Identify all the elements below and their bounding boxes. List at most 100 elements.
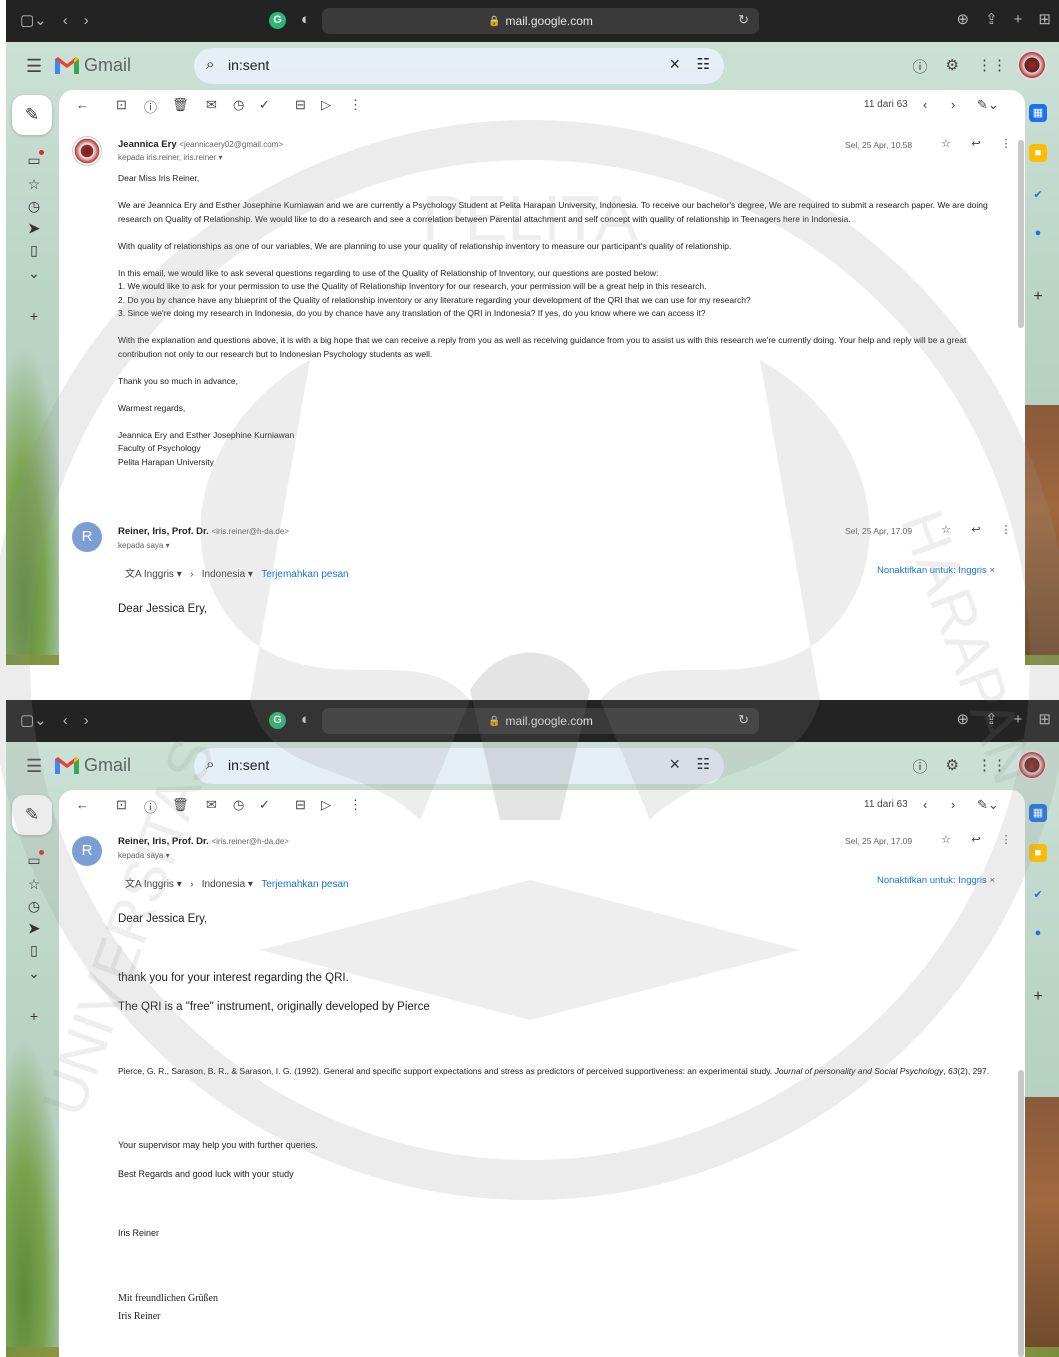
sender-avatar[interactable]: R	[72, 522, 102, 552]
scrollbar[interactable]	[1018, 140, 1024, 328]
tasks-icon[interactable]: ✔	[1029, 886, 1047, 904]
input-tools-icon[interactable]: ✎⌄	[977, 97, 999, 113]
privacy-extension-icon[interactable]: ◐	[301, 711, 310, 728]
details-dropdown-icon[interactable]: ▾	[166, 851, 170, 860]
sender-avatar[interactable]: R	[72, 836, 102, 866]
newer-chevron-icon[interactable]: ‹	[923, 97, 927, 112]
target-language[interactable]: Indonesia	[202, 879, 245, 890]
label-icon[interactable]: ▷	[321, 97, 331, 113]
contacts-icon[interactable]: ●	[1029, 224, 1047, 242]
drafts-icon[interactable]: ▯	[26, 242, 42, 259]
older-chevron-icon[interactable]: ›	[951, 797, 955, 812]
search-bar[interactable]: ⌕ in:sent × ☷	[194, 48, 724, 84]
delete-icon[interactable]: 🗑	[172, 797, 189, 813]
delete-icon[interactable]: 🗑	[172, 97, 189, 113]
clear-search-icon[interactable]: ×	[669, 754, 680, 775]
more-options-icon[interactable]: ⋮	[349, 797, 362, 813]
help-icon[interactable]: ⓘ	[913, 756, 928, 777]
back-arrow-icon[interactable]: ‹	[63, 711, 68, 731]
account-avatar[interactable]	[1017, 50, 1047, 80]
snoozed-icon[interactable]: ◷	[26, 898, 42, 915]
target-dropdown-icon[interactable]: ▾	[248, 879, 253, 890]
star-icon[interactable]: ☆	[931, 137, 961, 150]
address-bar[interactable]: 🔒 mail.google.com ↻	[322, 8, 759, 34]
report-spam-icon[interactable]: ⓘ	[144, 97, 157, 116]
mark-unread-icon[interactable]: ✉	[206, 97, 217, 113]
search-icon[interactable]: ⌕	[206, 756, 214, 773]
source-dropdown-icon[interactable]: ▾	[177, 879, 182, 890]
search-options-icon[interactable]: ☷	[697, 755, 710, 773]
source-language[interactable]: Inggris	[144, 879, 174, 890]
starred-icon[interactable]: ☆	[26, 876, 42, 893]
forward-arrow-icon[interactable]: ›	[84, 11, 89, 31]
input-tools-icon[interactable]: ✎⌄	[977, 797, 999, 813]
apps-grid-icon[interactable]: ⋮⋮	[977, 756, 1007, 777]
close-icon[interactable]: ×	[989, 565, 995, 576]
forward-arrow-icon[interactable]: ›	[84, 711, 89, 731]
star-icon[interactable]: ☆	[931, 523, 961, 536]
download-icon[interactable]: ⊕	[957, 710, 970, 730]
sidebar-toggle-icon[interactable]: ▢⌄	[20, 11, 47, 31]
keep-icon[interactable]: ■	[1029, 144, 1047, 162]
more-chevron-icon[interactable]: ⌄	[26, 265, 42, 282]
new-tab-icon[interactable]: +	[1014, 10, 1023, 30]
source-language[interactable]: Inggris	[144, 569, 174, 580]
more-chevron-icon[interactable]: ⌄	[26, 965, 42, 982]
translate-off-text[interactable]: Nonaktifkan untuk: Inggris	[877, 565, 987, 576]
sender-name[interactable]: Reiner, Iris, Prof. Dr.	[118, 836, 209, 847]
translate-message-link[interactable]: Terjemahkan pesan	[261, 569, 348, 580]
settings-gear-icon[interactable]: ⚙	[946, 756, 959, 777]
help-icon[interactable]: ⓘ	[913, 56, 928, 77]
newer-chevron-icon[interactable]: ‹	[923, 797, 927, 812]
contacts-icon[interactable]: ●	[1029, 924, 1047, 942]
compose-button[interactable]: ✎	[12, 95, 52, 135]
tab-overview-icon[interactable]: ⊞	[1038, 10, 1051, 30]
translate-off-text[interactable]: Nonaktifkan untuk: Inggris	[877, 875, 987, 886]
snoozed-icon[interactable]: ◷	[26, 198, 42, 215]
starred-icon[interactable]: ☆	[26, 176, 42, 193]
back-arrow-icon[interactable]: ‹	[63, 11, 68, 31]
reload-icon[interactable]: ↻	[738, 12, 749, 28]
reply-icon[interactable]: ↩	[961, 833, 991, 846]
sender-name[interactable]: Reiner, Iris, Prof. Dr.	[118, 526, 209, 537]
extension-g-icon[interactable]: G	[269, 12, 286, 29]
source-dropdown-icon[interactable]: ▾	[177, 569, 182, 580]
add-label-icon[interactable]: +	[26, 1008, 42, 1024]
drafts-icon[interactable]: ▯	[26, 942, 42, 959]
label-icon[interactable]: ▷	[321, 797, 331, 813]
address-bar[interactable]: 🔒 mail.google.com ↻	[322, 708, 759, 734]
keep-icon[interactable]: ■	[1029, 844, 1047, 862]
mark-unread-icon[interactable]: ✉	[206, 797, 217, 813]
calendar-icon[interactable]: ▦	[1029, 804, 1047, 822]
star-icon[interactable]: ☆	[931, 833, 961, 846]
recipients-line[interactable]: kepada saya ▾	[118, 541, 170, 550]
older-chevron-icon[interactable]: ›	[951, 97, 955, 112]
sidebar-toggle-icon[interactable]: ▢⌄	[20, 711, 47, 731]
search-options-icon[interactable]: ☷	[697, 55, 710, 73]
add-task-icon[interactable]: ✓	[259, 97, 270, 113]
new-tab-icon[interactable]: +	[1014, 710, 1023, 730]
snooze-icon[interactable]: ◷	[233, 97, 244, 113]
reload-icon[interactable]: ↻	[738, 712, 749, 728]
sent-icon[interactable]: ➤	[26, 220, 42, 237]
translate-message-link[interactable]: Terjemahkan pesan	[261, 879, 348, 890]
tab-overview-icon[interactable]: ⊞	[1038, 710, 1051, 730]
back-to-list-icon[interactable]: ←	[76, 97, 89, 112]
target-dropdown-icon[interactable]: ▾	[248, 569, 253, 580]
sender-avatar[interactable]	[72, 136, 102, 166]
more-vert-icon[interactable]: ⋮	[991, 833, 1021, 846]
target-language[interactable]: Indonesia	[202, 569, 245, 580]
compose-button[interactable]: ✎	[12, 795, 52, 835]
settings-gear-icon[interactable]: ⚙	[946, 56, 959, 77]
search-bar[interactable]: ⌕ in:sent × ☷	[194, 748, 724, 784]
share-icon[interactable]: ⇪	[985, 10, 998, 30]
move-to-icon[interactable]: ⊟	[295, 97, 306, 113]
share-icon[interactable]: ⇪	[985, 710, 998, 730]
move-to-icon[interactable]: ⊟	[295, 797, 306, 813]
recipients-line[interactable]: kepada iris.reiner, iris.reiner ▾	[118, 153, 223, 162]
privacy-extension-icon[interactable]: ◐	[301, 11, 310, 28]
main-menu-icon[interactable]: ☰	[26, 756, 42, 777]
add-addon-icon[interactable]: +	[1029, 988, 1047, 1006]
archive-icon[interactable]: ⊡	[116, 97, 127, 113]
more-vert-icon[interactable]: ⋮	[991, 523, 1021, 536]
